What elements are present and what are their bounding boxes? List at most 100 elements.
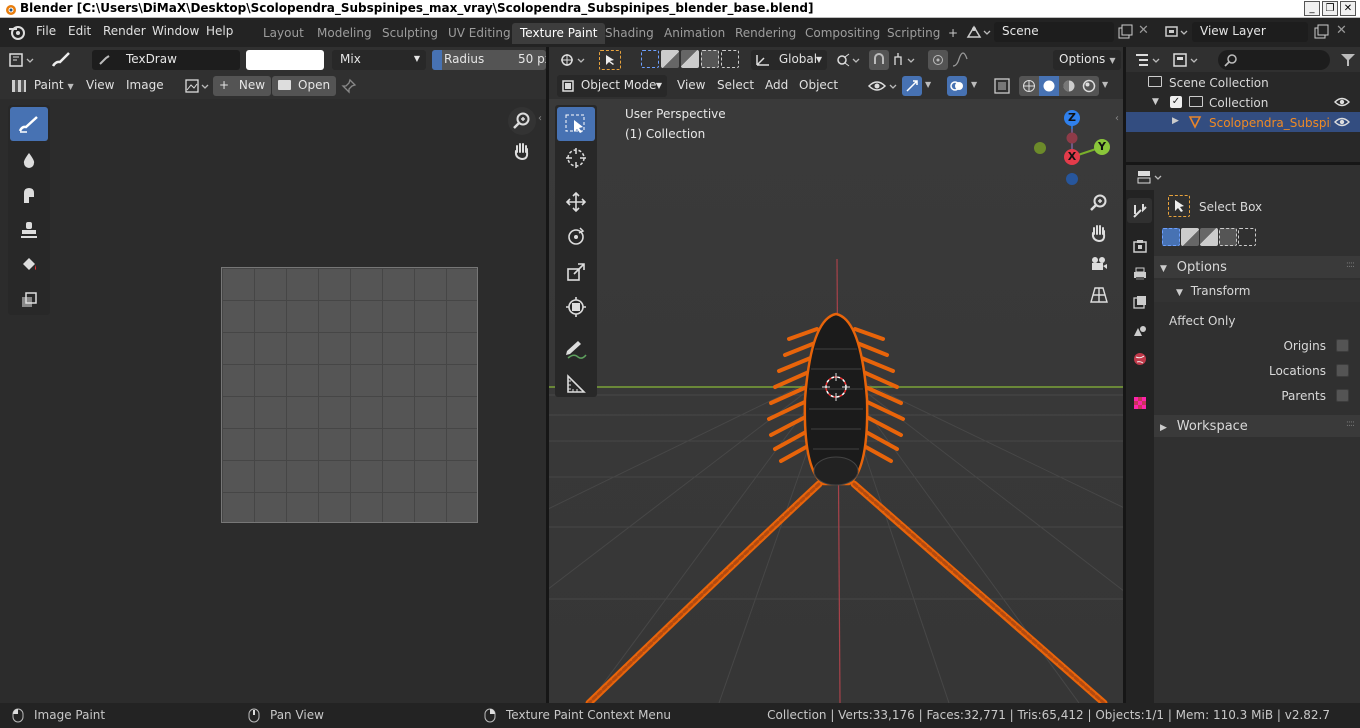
- tab-texture-properties[interactable]: [1127, 390, 1152, 415]
- options-section-header[interactable]: ▼ Options ::::: [1154, 256, 1360, 278]
- selection-mode-buttons[interactable]: [641, 50, 739, 68]
- object-expand-arrow-icon[interactable]: ▶: [1172, 116, 1179, 126]
- gizmo-x-axis[interactable]: X: [1064, 149, 1080, 165]
- mode-invert-icon[interactable]: [701, 50, 719, 68]
- outliner-editor-type-icon[interactable]: [1134, 52, 1164, 68]
- tool-mode-extend-icon[interactable]: [1181, 228, 1199, 246]
- new-view-layer-icon[interactable]: [1313, 24, 1329, 40]
- viewport-menu-view[interactable]: View: [673, 76, 709, 96]
- options-drag-handle-icon[interactable]: ::::: [1346, 260, 1355, 270]
- open-image-button[interactable]: Open: [272, 76, 337, 96]
- minimize-button[interactable]: _: [1304, 1, 1320, 16]
- mode-set-icon[interactable]: [641, 50, 659, 68]
- shading-dropdown-icon[interactable]: ▼: [1102, 80, 1108, 89]
- gizmo-toggle-icon[interactable]: [902, 76, 922, 96]
- image-menu-image[interactable]: Image: [122, 76, 168, 96]
- viewport-menu-add[interactable]: Add: [761, 76, 792, 96]
- menu-edit[interactable]: Edit: [68, 24, 91, 38]
- tab-scripting[interactable]: Scripting: [879, 23, 948, 44]
- paint-mode-dropdown[interactable]: Paint ▼: [8, 76, 78, 96]
- image-editor-area[interactable]: ‹: [0, 99, 546, 703]
- soften-tool-button[interactable]: [10, 143, 48, 177]
- rotate-tool-button[interactable]: [557, 220, 595, 254]
- options-dropdown[interactable]: Options ▼: [1053, 50, 1122, 70]
- viewport-pan-button[interactable]: [1085, 219, 1113, 247]
- ortho-toggle-button[interactable]: [1085, 281, 1113, 309]
- visibility-eye-icon[interactable]: [867, 77, 899, 95]
- tool-mode-intersect-icon[interactable]: [1238, 228, 1256, 246]
- transform-tool-button[interactable]: [557, 290, 595, 324]
- 3d-viewport[interactable]: User Perspective (1) Collection Z Y X ‹: [549, 99, 1123, 703]
- tab-shading[interactable]: Shading: [597, 23, 662, 44]
- view-layer-field[interactable]: View Layer: [1192, 22, 1308, 42]
- tab-compositing[interactable]: Compositing: [797, 23, 888, 44]
- tab-texture-paint[interactable]: Texture Paint: [512, 23, 606, 44]
- tool-mode-buttons[interactable]: [1162, 228, 1256, 246]
- object-eye-icon[interactable]: [1334, 116, 1350, 128]
- clone-tool-button[interactable]: [10, 213, 48, 247]
- mask-tool-button[interactable]: [10, 283, 48, 317]
- collection-eye-icon[interactable]: [1334, 96, 1350, 108]
- tool-mode-subtract-icon[interactable]: [1200, 228, 1218, 246]
- workspace-drag-handle-icon[interactable]: ::::: [1346, 419, 1355, 429]
- tool-mode-set-icon[interactable]: [1162, 228, 1180, 246]
- tab-view-layer-properties[interactable]: [1127, 289, 1152, 314]
- properties-editor-type-icon[interactable]: [1136, 169, 1166, 185]
- display-mode-icon[interactable]: [1172, 52, 1202, 68]
- cursor-tool-button[interactable]: [557, 141, 595, 175]
- overlay-toggle-icon[interactable]: [947, 76, 967, 96]
- delete-view-layer-icon[interactable]: ✕: [1336, 23, 1347, 38]
- outliner-row-object[interactable]: ▶ Scolopendra_Subspinipes: [1126, 112, 1360, 132]
- blend-mode-dropdown[interactable]: Mix ▼: [332, 50, 426, 70]
- filter-icon[interactable]: [1340, 52, 1356, 68]
- tab-tool-properties[interactable]: [1127, 198, 1152, 223]
- collapse-arrow-icon[interactable]: ‹: [538, 113, 542, 124]
- menu-help[interactable]: Help: [206, 24, 233, 38]
- xray-toggle-icon[interactable]: [993, 77, 1011, 95]
- tab-world-properties[interactable]: [1127, 346, 1152, 371]
- tab-modeling[interactable]: Modeling: [309, 23, 380, 44]
- measure-tool-button[interactable]: [557, 367, 595, 401]
- mode-intersect-icon[interactable]: [721, 50, 739, 68]
- zoom-view-button[interactable]: [508, 107, 536, 135]
- smear-tool-button[interactable]: [10, 178, 48, 212]
- gizmo-z-axis[interactable]: Z: [1064, 110, 1080, 126]
- collection-checkbox[interactable]: ✓: [1170, 96, 1182, 108]
- locations-checkbox[interactable]: [1336, 364, 1349, 377]
- camera-view-button[interactable]: [1085, 250, 1113, 278]
- parents-checkbox[interactable]: [1336, 389, 1349, 402]
- pivot-icon[interactable]: [835, 51, 863, 69]
- transform-subsection-header[interactable]: ▼ Transform: [1154, 280, 1360, 302]
- menu-window[interactable]: Window: [152, 24, 199, 38]
- scene-name-field[interactable]: Scene: [994, 22, 1114, 42]
- tab-scene-properties[interactable]: [1127, 318, 1152, 343]
- menu-render[interactable]: Render: [103, 24, 146, 38]
- viewport-editor-type-icon[interactable]: [559, 52, 589, 68]
- image-browse-icon[interactable]: [184, 78, 212, 94]
- snap-icon[interactable]: [869, 50, 889, 70]
- image-canvas[interactable]: [221, 267, 478, 523]
- menu-file[interactable]: File: [36, 24, 56, 38]
- scale-tool-button[interactable]: [557, 255, 595, 289]
- gizmo-dropdown-icon[interactable]: ▼: [925, 80, 931, 89]
- radius-slider[interactable]: Radius 50 px: [432, 50, 546, 70]
- pin-icon[interactable]: [341, 78, 357, 94]
- brush-icon[interactable]: [50, 51, 72, 69]
- viewport-collapse-icon[interactable]: ‹: [1115, 113, 1119, 124]
- select-tool-icon[interactable]: [599, 50, 621, 70]
- transform-orientation-dropdown[interactable]: Global ▼: [751, 50, 827, 70]
- tab-layout[interactable]: Layout: [255, 23, 312, 44]
- blender-menu-icon[interactable]: [8, 24, 26, 40]
- tab-rendering[interactable]: Rendering: [727, 23, 804, 44]
- draw-tool-button[interactable]: [10, 107, 48, 141]
- delete-scene-icon[interactable]: ✕: [1138, 23, 1149, 38]
- tab-render-properties[interactable]: [1127, 233, 1152, 258]
- origins-checkbox[interactable]: [1336, 339, 1349, 352]
- outliner-row-scene-collection[interactable]: Scene Collection: [1126, 72, 1360, 92]
- move-tool-button[interactable]: [557, 185, 595, 219]
- shading-rendered-icon[interactable]: [1079, 76, 1099, 96]
- annotate-tool-button[interactable]: [557, 333, 595, 367]
- close-window-button[interactable]: ✕: [1340, 1, 1356, 16]
- mode-subtract-icon[interactable]: [681, 50, 699, 68]
- proportional-edit-icon[interactable]: [928, 50, 948, 70]
